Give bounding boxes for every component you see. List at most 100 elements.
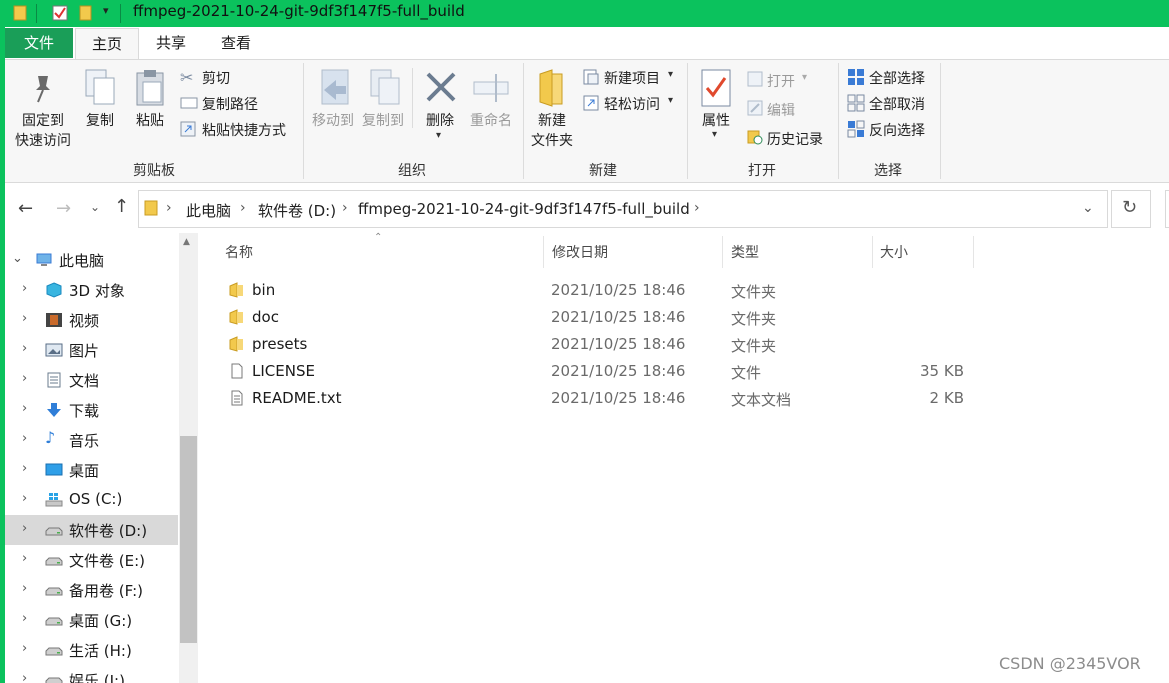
paste-button[interactable]: 粘贴 xyxy=(130,111,170,131)
collapsed-chevron-icon[interactable]: › xyxy=(22,371,27,386)
file-row-license[interactable]: LICENSE 2021/10/25 18:46 文件 35 KB xyxy=(222,358,972,385)
file-row-presets[interactable]: presets 2021/10/25 18:46 文件夹 xyxy=(222,331,972,358)
nav-item-drive-h[interactable]: › 生活 (H:) xyxy=(5,635,178,665)
open-button[interactable]: 打开 xyxy=(767,71,795,91)
up-arrow-icon[interactable]: ↑ xyxy=(114,196,129,217)
new-folder-button[interactable]: 新建 文件夹 xyxy=(526,111,578,151)
select-group-label: 选择 xyxy=(874,163,902,179)
nav-item-drive-g[interactable]: › 桌面 (G:) xyxy=(5,605,178,635)
easy-access-button[interactable]: 轻松访问 xyxy=(604,94,660,114)
nav-item-drive-i[interactable]: › 娱乐 (I:) xyxy=(5,665,178,683)
nav-item-3d-objects[interactable]: › 3D 对象 xyxy=(5,275,178,305)
edit-button[interactable]: 编辑 xyxy=(767,100,795,120)
select-all-button[interactable]: 全部选择 xyxy=(869,68,925,88)
properties-dropdown-icon[interactable]: ▾ xyxy=(712,129,717,140)
nav-item-this-pc[interactable]: ⌄ 此电脑 xyxy=(5,245,178,275)
nav-item-drive-c[interactable]: › OS (C:) xyxy=(5,485,178,515)
back-arrow-icon[interactable]: ← xyxy=(18,198,33,219)
new-item-dropdown-icon[interactable]: ▾ xyxy=(668,69,673,80)
select-all-icon xyxy=(848,69,864,85)
tab-home[interactable]: 主页 xyxy=(75,28,139,59)
cut-button[interactable]: 剪切 xyxy=(202,68,230,88)
properties-button[interactable]: 属性 xyxy=(694,111,738,131)
refresh-button[interactable]: ↻ xyxy=(1111,190,1151,228)
collapsed-chevron-icon[interactable]: › xyxy=(22,401,27,416)
column-header-name[interactable]: 名称 xyxy=(225,242,253,262)
breadcrumb-this-pc[interactable]: 此电脑 xyxy=(186,200,231,221)
invert-selection-button[interactable]: 反向选择 xyxy=(869,120,925,140)
select-none-button[interactable]: 全部取消 xyxy=(869,94,925,114)
properties-quick-icon[interactable] xyxy=(52,4,68,22)
nav-item-videos[interactable]: › 视频 xyxy=(5,305,178,335)
new-folder-quick-icon[interactable] xyxy=(78,4,94,22)
address-dropdown-chevron-icon[interactable]: ⌄ xyxy=(1082,200,1094,216)
file-row-doc[interactable]: doc 2021/10/25 18:46 文件夹 xyxy=(222,304,972,331)
column-header-type[interactable]: 类型 xyxy=(731,242,759,262)
move-to-button[interactable]: 移动到 xyxy=(308,111,358,131)
column-divider[interactable] xyxy=(872,236,873,268)
tab-view[interactable]: 查看 xyxy=(205,28,267,59)
tab-share[interactable]: 共享 xyxy=(141,28,201,59)
collapsed-chevron-icon[interactable]: › xyxy=(22,551,27,566)
copy-to-button[interactable]: 复制到 xyxy=(358,111,408,131)
breadcrumb-drive-d[interactable]: 软件卷 (D:) xyxy=(258,200,336,221)
collapsed-chevron-icon[interactable]: › xyxy=(22,581,27,596)
open-dropdown-icon[interactable]: ▾ xyxy=(802,72,807,83)
forward-arrow-icon[interactable]: → xyxy=(56,198,71,219)
delete-button[interactable]: 删除 xyxy=(418,111,462,131)
nav-item-label: 文档 xyxy=(69,372,100,390)
nav-item-desktop[interactable]: › 桌面 xyxy=(5,455,178,485)
new-item-button[interactable]: 新建项目 xyxy=(604,68,660,88)
tab-file[interactable]: 文件 xyxy=(5,28,73,58)
pin-label-line1: 固定到 xyxy=(22,113,64,129)
nav-item-documents[interactable]: › 文档 xyxy=(5,365,178,395)
history-button[interactable]: 历史记录 xyxy=(767,129,823,149)
pin-to-quick-access-button[interactable]: 固定到 快速访问 xyxy=(10,111,76,151)
copy-button[interactable]: 复制 xyxy=(80,111,120,131)
file-size: 2 KB xyxy=(929,389,964,407)
quick-access-dropdown-icon[interactable]: ▾ xyxy=(103,4,109,17)
scroll-up-icon[interactable]: ▲ xyxy=(183,237,190,247)
collapsed-chevron-icon[interactable]: › xyxy=(22,521,27,536)
breadcrumb-ffmpeg-folder[interactable]: ffmpeg-2021-10-24-git-9df3f147f5-full_bu… xyxy=(358,200,690,218)
expanded-chevron-icon[interactable]: ⌄ xyxy=(12,251,23,266)
folder-icon xyxy=(229,309,243,325)
search-box[interactable] xyxy=(1165,190,1169,228)
collapsed-chevron-icon[interactable]: › xyxy=(22,641,27,656)
collapsed-chevron-icon[interactable]: › xyxy=(22,311,27,326)
nav-item-label: 桌面 (G:) xyxy=(69,612,133,630)
column-divider[interactable] xyxy=(973,236,974,268)
column-divider[interactable] xyxy=(543,236,544,268)
column-header-size[interactable]: 大小 xyxy=(880,242,908,262)
file-row-readme[interactable]: README.txt 2021/10/25 18:46 文本文档 2 KB xyxy=(222,385,972,412)
collapsed-chevron-icon[interactable]: › xyxy=(22,461,27,476)
nav-item-downloads[interactable]: › 下载 xyxy=(5,395,178,425)
nav-item-pictures[interactable]: › 图片 xyxy=(5,335,178,365)
column-divider[interactable] xyxy=(722,236,723,268)
collapsed-chevron-icon[interactable]: › xyxy=(22,671,27,683)
file-size: 35 KB xyxy=(920,362,964,380)
nav-item-drive-f[interactable]: › 备用卷 (F:) xyxy=(5,575,178,605)
breadcrumb-separator-icon[interactable]: › xyxy=(342,200,348,216)
collapsed-chevron-icon[interactable]: › xyxy=(22,281,27,296)
rename-button[interactable]: 重命名 xyxy=(466,111,516,131)
nav-item-drive-d[interactable]: › 软件卷 (D:) xyxy=(5,515,178,545)
breadcrumb-separator-icon[interactable]: › xyxy=(240,200,246,216)
collapsed-chevron-icon[interactable]: › xyxy=(22,341,27,356)
nav-item-drive-e[interactable]: › 文件卷 (E:) xyxy=(5,545,178,575)
easy-access-icon xyxy=(583,95,599,111)
copy-path-button[interactable]: 复制路径 xyxy=(202,94,258,114)
easy-access-dropdown-icon[interactable]: ▾ xyxy=(668,95,673,106)
collapsed-chevron-icon[interactable]: › xyxy=(22,431,27,446)
recent-locations-chevron-icon[interactable]: ⌄ xyxy=(90,200,100,214)
breadcrumb-separator-icon[interactable]: › xyxy=(694,200,700,216)
delete-dropdown-icon[interactable]: ▾ xyxy=(436,130,441,141)
breadcrumb-separator-icon[interactable]: › xyxy=(166,200,172,216)
column-header-modified[interactable]: 修改日期 xyxy=(552,242,608,262)
file-row-bin[interactable]: bin 2021/10/25 18:46 文件夹 xyxy=(222,277,972,304)
paste-shortcut-button[interactable]: 粘贴快捷方式 xyxy=(202,120,286,140)
collapsed-chevron-icon[interactable]: › xyxy=(22,611,27,626)
collapsed-chevron-icon[interactable]: › xyxy=(22,491,27,506)
nav-scrollbar-thumb[interactable] xyxy=(180,436,197,643)
nav-item-music[interactable]: › ♪ 音乐 xyxy=(5,425,178,455)
